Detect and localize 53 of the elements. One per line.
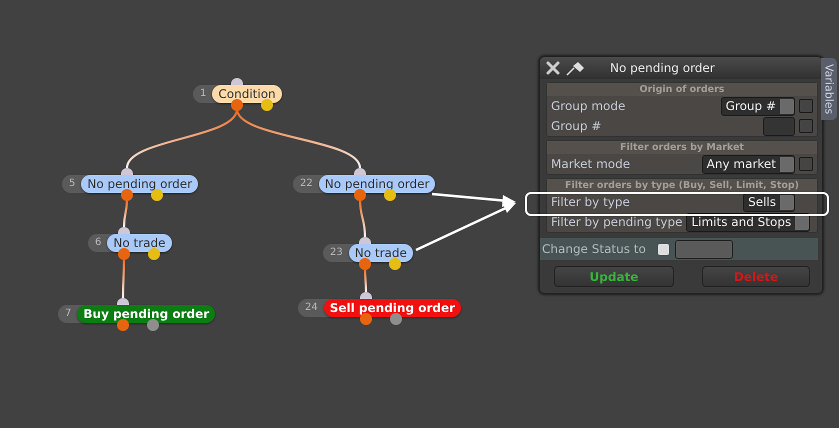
checkbox[interactable] <box>799 157 813 171</box>
connector <box>358 198 366 238</box>
connector <box>122 198 128 228</box>
field-label: Group mode <box>550 99 626 113</box>
checkbox[interactable] <box>799 99 813 113</box>
status-label: Change Status to <box>542 242 646 256</box>
input-port-icon[interactable] <box>121 168 133 175</box>
output-port-icon[interactable] <box>117 319 129 331</box>
field-label: Filter by type <box>550 195 631 209</box>
checkbox[interactable] <box>658 244 669 254</box>
output-port-icon[interactable] <box>148 248 160 260</box>
node-label[interactable]: No trade <box>107 234 172 252</box>
dropdown[interactable]: Any market <box>702 154 795 174</box>
node-label[interactable]: No pending order <box>318 175 436 193</box>
input-port-icon[interactable] <box>231 78 243 85</box>
input-field[interactable] <box>763 116 795 136</box>
field-label: Market mode <box>550 157 632 171</box>
output-port-icon[interactable] <box>151 189 163 201</box>
section-title: Filter orders by type (Buy, Sell, Limit, Stop) <box>547 179 817 192</box>
output-port-icon[interactable] <box>121 189 133 201</box>
output-port-icon[interactable] <box>389 258 401 270</box>
update-button[interactable]: Update <box>554 266 674 287</box>
close-icon[interactable] <box>546 61 560 75</box>
dropdown[interactable]: Group # <box>720 96 795 116</box>
node-label[interactable]: Sell pending order <box>324 299 462 317</box>
input-port-icon[interactable] <box>354 168 366 175</box>
input-field[interactable] <box>674 240 733 258</box>
input-port-icon[interactable] <box>118 227 130 234</box>
checkbox[interactable] <box>799 119 813 133</box>
output-port-icon[interactable] <box>118 248 130 260</box>
output-port-icon[interactable] <box>390 313 402 325</box>
input-port-icon[interactable] <box>360 292 372 299</box>
output-port-icon[interactable] <box>147 319 159 331</box>
output-port-icon[interactable] <box>354 189 366 201</box>
panel-title: No pending order <box>610 61 715 75</box>
output-port-icon[interactable] <box>261 99 273 111</box>
field-label: Group # <box>550 119 602 133</box>
input-port-icon[interactable] <box>359 237 371 244</box>
input-port-icon[interactable] <box>117 298 129 305</box>
output-port-icon[interactable] <box>231 99 243 111</box>
node-label[interactable]: Condition <box>212 85 282 103</box>
connector <box>364 268 368 292</box>
output-port-icon[interactable] <box>359 258 371 270</box>
output-port-icon[interactable] <box>384 189 396 201</box>
side-tab[interactable]: Variables <box>821 58 837 120</box>
section-title: Origin of orders <box>547 83 817 96</box>
node-label[interactable]: Buy pending order <box>77 305 216 323</box>
node-label[interactable]: No trade <box>348 244 413 262</box>
output-port-icon[interactable] <box>360 313 372 325</box>
field-label: Filter by pending type <box>550 215 682 229</box>
section-title: Filter orders by Market <box>547 141 817 154</box>
node-label[interactable]: No pending order <box>81 175 198 193</box>
connector <box>122 258 126 298</box>
